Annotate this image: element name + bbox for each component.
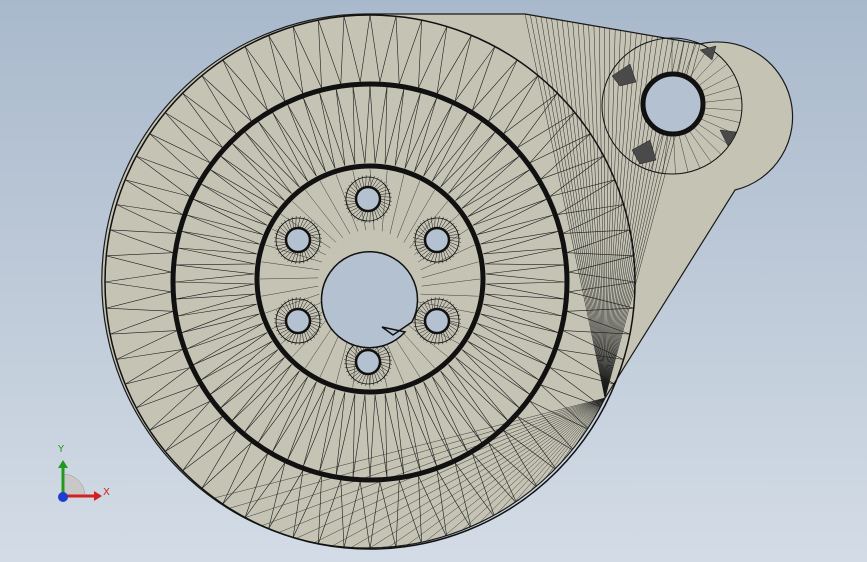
- lug-hole[interactable]: [640, 71, 706, 137]
- triad-x-label: X: [103, 487, 110, 498]
- triad-plane-arc: [62, 473, 86, 497]
- graphics-viewport[interactable]: X Y: [0, 0, 867, 562]
- center-bore[interactable]: [320, 250, 419, 349]
- triad-y-label: Y: [58, 444, 65, 455]
- model-view[interactable]: [0, 0, 867, 562]
- triad-z-axis: [58, 492, 68, 502]
- coordinate-triad: [58, 460, 102, 502]
